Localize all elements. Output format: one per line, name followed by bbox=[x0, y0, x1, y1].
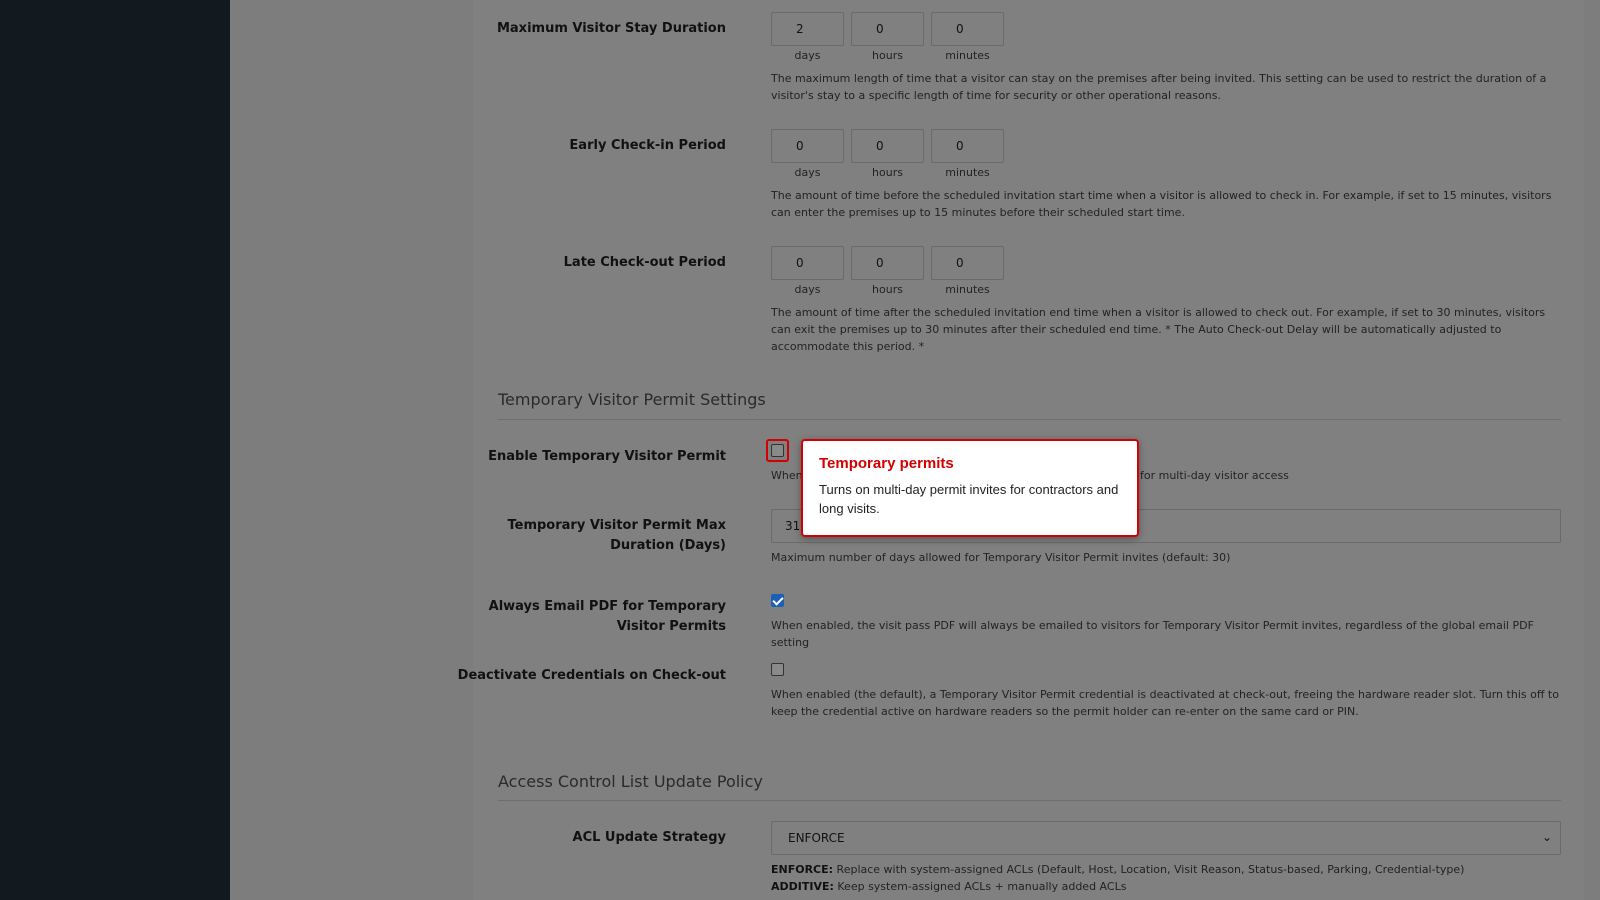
temp-permit-max-label-line1: Temporary Visitor Permit Max bbox=[507, 518, 727, 533]
unit-hours: hours bbox=[872, 49, 903, 62]
acl-option-key: ENFORCE: bbox=[771, 863, 834, 876]
late-checkout-days-input[interactable]: 0 bbox=[771, 246, 844, 280]
tooltip-body: Turns on multi-day permit invites for co… bbox=[819, 482, 1119, 516]
acl-option-help-additive: ADDITIVE: Keep system-assigned ACLs + ma… bbox=[771, 878, 1561, 895]
max-stay-days-input[interactable]: 2 bbox=[771, 12, 844, 46]
late-checkout-minutes-input[interactable]: 0 bbox=[931, 246, 1004, 280]
early-checkin-help: The amount of time before the scheduled … bbox=[771, 189, 1552, 219]
deactivate-credentials-checkbox[interactable] bbox=[771, 663, 784, 676]
deactivate-credentials-help: When enabled (the default), a Temporary … bbox=[771, 688, 1559, 718]
unit-days: days bbox=[794, 49, 821, 62]
acl-section-title: Access Control List Update Policy bbox=[498, 772, 763, 791]
always-email-pdf-help: When enabled, the visit pass PDF will al… bbox=[771, 619, 1534, 649]
temp-permit-max-help: Maximum number of days allowed for Tempo… bbox=[771, 551, 1231, 564]
app-sidebar bbox=[0, 0, 230, 900]
always-email-pdf-label-line1: Always Email PDF for Temporary bbox=[488, 599, 726, 614]
acl-option-key: ADDITIVE: bbox=[771, 880, 834, 893]
acl-strategy-select[interactable]: ENFORCE ⌄ bbox=[771, 821, 1561, 855]
always-email-pdf-label-line2: Visitor Permits bbox=[616, 619, 726, 634]
unit-minutes: minutes bbox=[945, 166, 990, 179]
max-stay-hours-input[interactable]: 0 bbox=[851, 12, 924, 46]
late-checkout-label: Late Check-out Period bbox=[563, 255, 726, 270]
max-stay-minutes-input[interactable]: 0 bbox=[931, 12, 1004, 46]
max-stay-help: The maximum length of time that a visito… bbox=[771, 72, 1547, 102]
acl-strategy-selected: ENFORCE bbox=[788, 831, 845, 845]
early-checkin-days-input[interactable]: 0 bbox=[771, 129, 844, 163]
acl-option-text: Keep system-assigned ACLs + manually add… bbox=[833, 880, 1127, 893]
acl-strategy-label: ACL Update Strategy bbox=[572, 830, 726, 845]
unit-hours: hours bbox=[872, 166, 903, 179]
unit-days: days bbox=[794, 166, 821, 179]
scrollbar-track[interactable] bbox=[1584, 0, 1600, 900]
max-stay-label: Maximum Visitor Stay Duration bbox=[496, 21, 726, 36]
enable-temp-permit-label: Enable Temporary Visitor Permit bbox=[488, 449, 726, 464]
temp-permit-max-label-line2: Duration (Days) bbox=[610, 538, 726, 553]
tooltip-title: Temporary permits bbox=[819, 455, 954, 472]
enable-temp-permit-help-end: es for multi-day visitor access bbox=[1124, 469, 1289, 482]
early-checkin-hours-input[interactable]: 0 bbox=[851, 129, 924, 163]
deactivate-credentials-label: Deactivate Credentials on Check-out bbox=[457, 668, 726, 683]
late-checkout-hours-input[interactable]: 0 bbox=[851, 246, 924, 280]
acl-option-help-enforce: ENFORCE: Replace with system-assigned AC… bbox=[771, 861, 1561, 878]
always-email-pdf-checkbox[interactable] bbox=[771, 594, 784, 607]
unit-minutes: minutes bbox=[945, 49, 990, 62]
temp-permit-section-title: Temporary Visitor Permit Settings bbox=[498, 390, 766, 409]
late-checkout-help: The amount of time after the scheduled i… bbox=[771, 306, 1546, 353]
temp-permit-tooltip: Temporary permits Turns on multi-day per… bbox=[801, 439, 1139, 537]
page-gutter bbox=[230, 0, 473, 900]
early-checkin-label: Early Check-in Period bbox=[569, 138, 726, 153]
section-divider bbox=[498, 800, 1561, 801]
unit-minutes: minutes bbox=[945, 283, 990, 296]
unit-hours: hours bbox=[872, 283, 903, 296]
section-divider bbox=[498, 419, 1561, 420]
early-checkin-minutes-input[interactable]: 0 bbox=[931, 129, 1004, 163]
enable-temp-permit-checkbox[interactable] bbox=[771, 444, 784, 457]
acl-option-text: Replace with system-assigned ACLs (Defau… bbox=[833, 863, 1465, 876]
chevron-down-icon: ⌄ bbox=[1541, 830, 1552, 844]
unit-days: days bbox=[794, 283, 821, 296]
